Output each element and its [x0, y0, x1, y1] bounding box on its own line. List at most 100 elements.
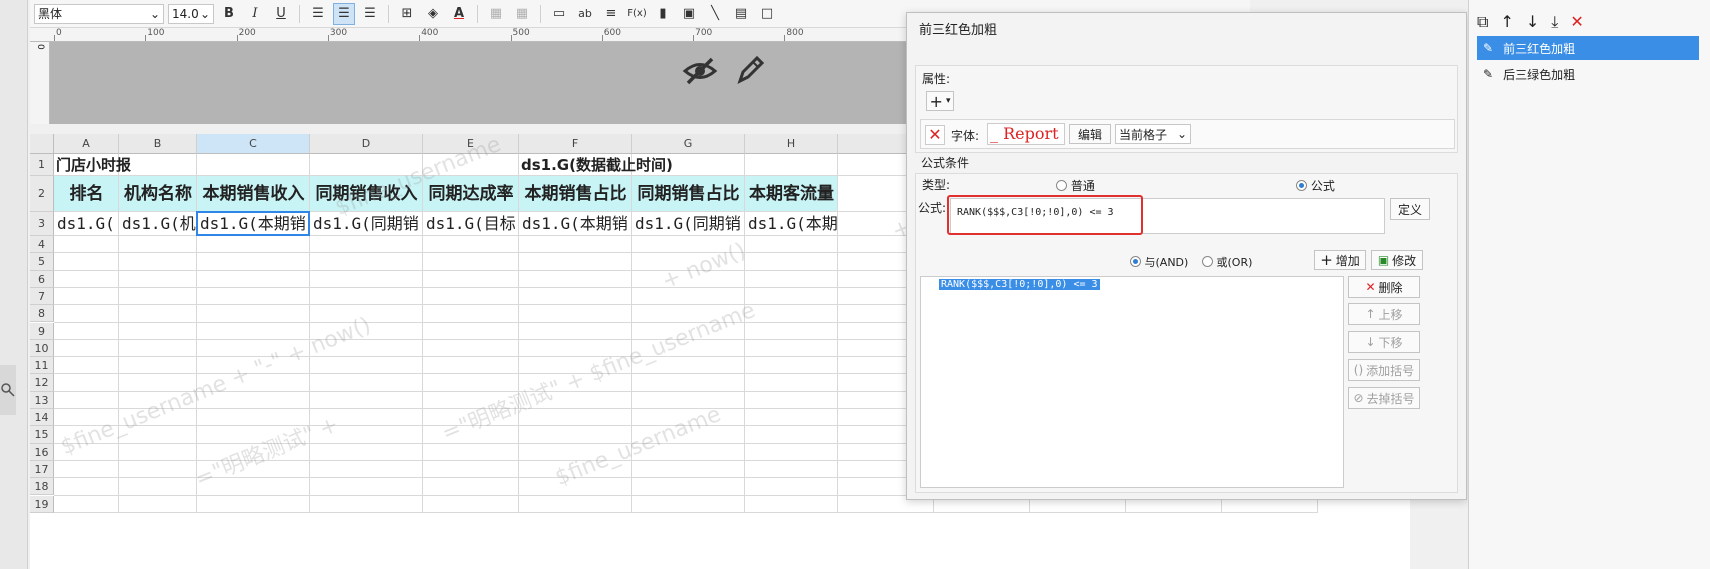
column-header-d[interactable]: D [310, 134, 423, 154]
condition-item-1[interactable]: ✎ 后三绿色加粗 [1477, 62, 1699, 86]
move-up-button[interactable]: ↑ 上移 [1348, 303, 1420, 325]
border-icon[interactable]: ⊞ [396, 3, 418, 25]
report-title-cell[interactable]: 门店小时报 [56, 154, 131, 176]
hide-icon[interactable] [682, 56, 718, 86]
column-title-cell[interactable]: 本期销售占比 [519, 176, 632, 212]
and-radio[interactable]: 与(AND) [1130, 254, 1188, 270]
column-header-a[interactable]: A [54, 134, 119, 154]
row-header[interactable]: 19 [30, 495, 54, 513]
insert-text-icon[interactable]: ab [574, 3, 596, 25]
or-label: 或(OR) [1216, 256, 1253, 269]
define-button[interactable]: 定义 [1390, 198, 1430, 220]
bold-button[interactable]: B [218, 3, 240, 25]
arrow-up-icon: ↑ [1365, 307, 1376, 321]
data-cell[interactable]: ds1.G(同期销 [635, 212, 744, 236]
row-header[interactable]: 9 [30, 322, 54, 340]
ruler-tick [54, 35, 55, 41]
data-cell[interactable]: ds1.G(本期销 [522, 212, 631, 236]
row-header[interactable]: 11 [30, 357, 54, 375]
column-title-cell[interactable]: 本期销售收入 [197, 176, 310, 212]
column-header-h[interactable]: H [745, 134, 838, 154]
row-header[interactable]: 7 [30, 287, 54, 306]
row-header[interactable]: 13 [30, 391, 54, 409]
column-title-cell[interactable]: 同期销售占比 [632, 176, 745, 212]
ruler-tick-label: 500 [512, 28, 530, 38]
row-header[interactable]: 2 [30, 176, 54, 212]
search-icon[interactable] [0, 365, 16, 415]
data-cutoff-cell[interactable]: ds1.G(数据截止时间) [521, 154, 673, 176]
condition-list[interactable]: RANK($$$,C3[!0;!0],0) <= 3 [920, 276, 1344, 488]
remove-bracket-button[interactable]: ⊘ 去掉括号 [1348, 387, 1420, 409]
type-normal-radio[interactable]: 普通 [1056, 177, 1095, 194]
merge-cells-icon[interactable]: ▦ [485, 3, 507, 25]
condition-item-0[interactable]: ✎ 前三红色加粗 [1477, 36, 1699, 60]
data-cell[interactable]: ds1.G(机 [122, 212, 196, 236]
row-header[interactable]: 15 [30, 426, 54, 444]
column-title-cell[interactable]: 机构名称 [119, 176, 197, 212]
copy-icon[interactable]: ⧉ [1477, 12, 1488, 32]
column-header-b[interactable]: B [119, 134, 197, 154]
column-header-f[interactable]: F [519, 134, 632, 154]
subreport-icon[interactable]: ▤ [730, 3, 752, 25]
align-center-icon[interactable]: ☰ [333, 2, 355, 25]
arrow-up-icon[interactable]: ↑ [1500, 12, 1513, 32]
delete-button[interactable]: ✕ 删除 [1348, 276, 1420, 298]
row-header[interactable]: 3 [30, 212, 54, 236]
column-header-c[interactable]: C [197, 134, 310, 154]
rich-text-icon[interactable]: ≡ [600, 3, 622, 25]
data-cell[interactable]: ds1.G(同期销 [313, 212, 422, 236]
font-size-select[interactable]: 14.0 ⌄ [168, 3, 214, 24]
underline-button[interactable]: U [270, 3, 292, 25]
font-color-icon[interactable]: A [448, 3, 470, 25]
row-header[interactable]: 16 [30, 443, 54, 461]
row-header[interactable]: 10 [30, 339, 54, 358]
or-radio[interactable]: 或(OR) [1202, 254, 1252, 270]
insert-chart-icon[interactable]: ▮ [652, 3, 674, 25]
font-family-select[interactable]: 黑体 ⌄ [34, 3, 164, 24]
insert-field-icon[interactable]: ▭ [548, 3, 570, 25]
move-down-button[interactable]: ↓ 下移 [1348, 331, 1420, 353]
properties-label: 属性: [922, 72, 951, 86]
row-header[interactable]: 6 [30, 270, 54, 288]
data-cell[interactable]: ds1.G(目标 [426, 212, 518, 236]
horizontal-ruler: 0 100 200 300 400 500 600 700 800 [30, 28, 910, 42]
row-header[interactable]: 4 [30, 236, 54, 254]
align-left-icon[interactable]: ☰ [307, 3, 329, 25]
ruler-tick-label: 400 [421, 28, 439, 38]
formula-icon[interactable]: F(x) [626, 3, 648, 25]
delete-icon[interactable]: ✕ [1570, 12, 1583, 32]
edit-pencil-icon[interactable] [735, 54, 765, 86]
insert-image-icon[interactable]: ▣ [678, 3, 700, 25]
row-header[interactable]: 12 [30, 374, 54, 392]
row-header[interactable]: 5 [30, 253, 54, 271]
column-header-g[interactable]: G [632, 134, 745, 154]
arrow-down-icon[interactable]: ↓ [1526, 12, 1539, 32]
edit-font-button[interactable]: 编辑 [1069, 124, 1111, 144]
type-formula-radio[interactable]: 公式 [1296, 177, 1335, 194]
data-cell[interactable]: ds1.G( [57, 212, 118, 236]
column-title-cell[interactable]: 本期客流量 [745, 176, 838, 212]
row-header[interactable]: 18 [30, 478, 54, 496]
fill-color-icon[interactable]: ◈ [422, 3, 444, 25]
row-header[interactable]: 17 [30, 460, 54, 479]
add-condition-button[interactable]: + 增加 [1314, 250, 1366, 270]
slash-icon[interactable]: ╲ [704, 3, 726, 25]
italic-button[interactable]: I [244, 3, 266, 25]
cell-border-icon[interactable]: □ [756, 3, 778, 25]
row-header[interactable]: 14 [30, 409, 54, 427]
row-header[interactable]: 8 [30, 305, 54, 323]
formula-input-box[interactable]: RANK($$$,C3[!0;!0],0) <= 3 [947, 195, 1385, 235]
add-property-button[interactable]: + ▾ [926, 91, 954, 111]
scope-select[interactable]: 当前格子 ⌄ [1115, 124, 1191, 144]
close-icon[interactable]: ✕ [925, 125, 945, 145]
modify-condition-button[interactable]: ▣ 修改 [1371, 250, 1423, 270]
add-bracket-button[interactable]: () 添加括号 [1348, 359, 1420, 381]
row-header[interactable]: 1 [30, 154, 54, 176]
condition-list-item[interactable]: RANK($$$,C3[!0;!0],0) <= 3 [939, 279, 1100, 290]
split-cells-icon[interactable]: ▦ [511, 3, 533, 25]
select-all-corner[interactable] [30, 134, 54, 154]
data-cell[interactable]: ds1.G(本期 [748, 212, 837, 236]
move-bottom-icon[interactable]: ⤓ [1551, 12, 1558, 32]
column-title-cell[interactable]: 排名 [54, 176, 119, 212]
align-right-icon[interactable]: ☰ [359, 3, 381, 25]
